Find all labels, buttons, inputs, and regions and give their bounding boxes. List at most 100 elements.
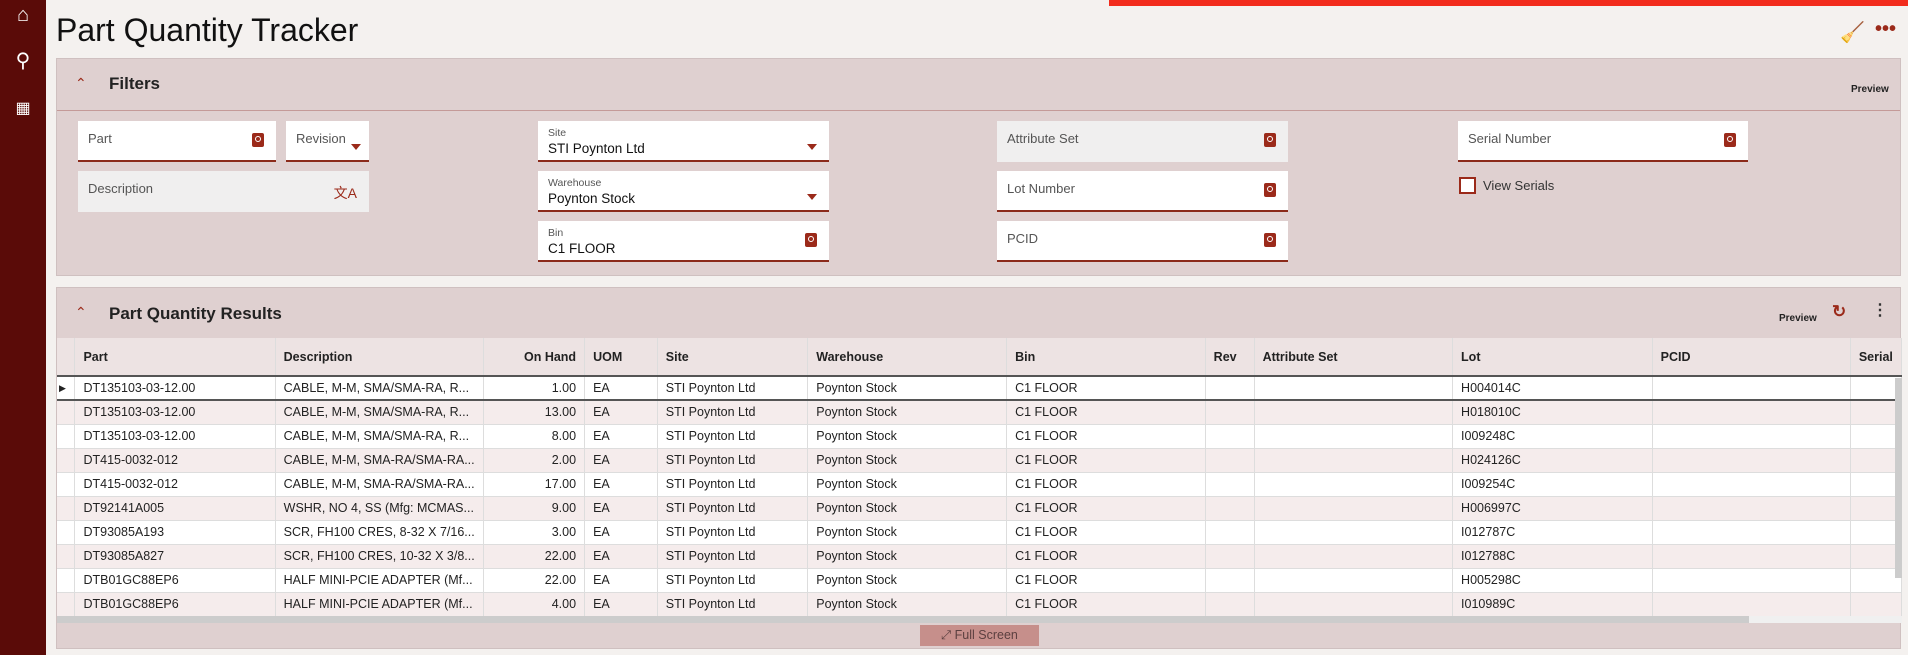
cell-rev[interactable] [1205, 472, 1255, 497]
cell-attribute-set[interactable] [1254, 400, 1454, 425]
cell-on-hand[interactable]: 22.00 [483, 544, 586, 569]
row-selector[interactable] [57, 472, 76, 497]
cell-uom[interactable]: EA [584, 520, 658, 545]
lookup-icon[interactable] [1264, 183, 1276, 200]
cell-on-hand[interactable]: 2.00 [483, 448, 586, 473]
row-selector[interactable] [57, 520, 76, 545]
horizontal-scrollbar[interactable] [57, 616, 1749, 623]
dropdown-caret-icon[interactable] [807, 139, 817, 153]
view-serials-checkbox[interactable] [1459, 177, 1476, 194]
cell-attribute-set[interactable] [1254, 544, 1454, 569]
cell-pcid[interactable] [1652, 568, 1851, 593]
cell-uom[interactable]: EA [584, 400, 658, 425]
cell-lot[interactable]: I009248C [1452, 424, 1653, 449]
preview-toggle[interactable]: Preview [1779, 313, 1817, 324]
lot-number-field[interactable]: Lot Number [997, 171, 1288, 212]
table-row[interactable]: DT135103-03-12.00 CABLE, M-M, SMA/SMA-RA,… [57, 424, 1902, 449]
cell-pcid[interactable] [1652, 592, 1851, 617]
row-selector[interactable]: ▶ [57, 375, 76, 401]
cell-serial[interactable] [1850, 472, 1902, 497]
cell-pcid[interactable] [1652, 496, 1851, 521]
cell-on-hand[interactable]: 4.00 [483, 592, 586, 617]
cell-attribute-set[interactable] [1254, 448, 1454, 473]
column-header-lot[interactable]: Lot [1452, 338, 1653, 376]
cell-warehouse[interactable]: Poynton Stock [807, 568, 1008, 593]
row-selector[interactable] [57, 400, 76, 425]
translate-icon[interactable]: 文A [334, 183, 357, 203]
table-row[interactable]: DTB01GC88EP6 HALF MINI-PCIE ADAPTER (Mf..… [57, 592, 1902, 617]
cell-site[interactable]: STI Poynton Ltd [657, 520, 809, 545]
cell-part[interactable]: DT135103-03-12.00 [74, 424, 276, 449]
cell-attribute-set[interactable] [1254, 496, 1454, 521]
cell-bin[interactable]: C1 FLOOR [1006, 448, 1206, 473]
cell-rev[interactable] [1205, 400, 1255, 425]
cell-description[interactable]: HALF MINI-PCIE ADAPTER (Mf... [275, 592, 484, 617]
cell-on-hand[interactable]: 22.00 [483, 568, 586, 593]
table-row[interactable]: DT415-0032-012 CABLE, M-M, SMA-RA/SMA-RA.… [57, 448, 1902, 473]
revision-select[interactable]: Revision [286, 121, 369, 162]
cell-rev[interactable] [1205, 544, 1255, 569]
row-selector[interactable] [57, 544, 76, 569]
cell-warehouse[interactable]: Poynton Stock [807, 544, 1008, 569]
row-selector[interactable] [57, 496, 76, 521]
cell-rev[interactable] [1205, 496, 1255, 521]
cell-bin[interactable]: C1 FLOOR [1006, 592, 1206, 617]
cell-part[interactable]: DT93085A193 [74, 520, 276, 545]
cell-lot[interactable]: I012787C [1452, 520, 1653, 545]
table-row[interactable]: DT135103-03-12.00 CABLE, M-M, SMA/SMA-RA,… [57, 400, 1902, 425]
cell-serial[interactable] [1850, 424, 1902, 449]
vertical-scrollbar[interactable] [1895, 378, 1902, 578]
cell-lot[interactable]: I010989C [1452, 592, 1653, 617]
cell-rev[interactable] [1205, 448, 1255, 473]
serial-number-field[interactable]: Serial Number [1458, 121, 1748, 162]
cell-attribute-set[interactable] [1254, 520, 1454, 545]
cell-lot[interactable]: H004014C [1452, 375, 1653, 401]
cell-attribute-set[interactable] [1254, 568, 1454, 593]
lookup-icon[interactable] [1724, 133, 1736, 150]
cell-warehouse[interactable]: Poynton Stock [807, 472, 1008, 497]
preview-toggle[interactable]: Preview [1851, 84, 1889, 95]
cell-uom[interactable]: EA [584, 472, 658, 497]
cell-bin[interactable]: C1 FLOOR [1006, 496, 1206, 521]
column-header-uom[interactable]: UOM [584, 338, 658, 376]
cell-on-hand[interactable]: 17.00 [483, 472, 586, 497]
cell-uom[interactable]: EA [584, 375, 658, 401]
cell-site[interactable]: STI Poynton Ltd [657, 592, 809, 617]
cell-description[interactable]: SCR, FH100 CRES, 8-32 X 7/16... [275, 520, 484, 545]
row-selector[interactable] [57, 424, 76, 449]
cell-rev[interactable] [1205, 520, 1255, 545]
table-row[interactable]: ▶ DT135103-03-12.00 CABLE, M-M, SMA/SMA-RA… [57, 375, 1902, 401]
cell-pcid[interactable] [1652, 520, 1851, 545]
cell-on-hand[interactable]: 8.00 [483, 424, 586, 449]
cell-bin[interactable]: C1 FLOOR [1006, 400, 1206, 425]
full-screen-button[interactable]: ⤢ Full Screen [920, 625, 1039, 646]
cell-part[interactable]: DT415-0032-012 [74, 472, 276, 497]
cell-site[interactable]: STI Poynton Ltd [657, 472, 809, 497]
kebab-menu-icon[interactable]: ⋮ [1872, 300, 1888, 320]
dropdown-caret-icon[interactable] [807, 189, 817, 203]
dropdown-caret-icon[interactable] [351, 139, 361, 153]
chevron-up-icon[interactable]: ⌃ [75, 75, 87, 92]
cell-uom[interactable]: EA [584, 496, 658, 521]
cell-lot[interactable]: H018010C [1452, 400, 1653, 425]
cell-on-hand[interactable]: 13.00 [483, 400, 586, 425]
cell-serial[interactable] [1850, 448, 1902, 473]
cell-bin[interactable]: C1 FLOOR [1006, 472, 1206, 497]
cell-uom[interactable]: EA [584, 544, 658, 569]
cell-lot[interactable]: I012788C [1452, 544, 1653, 569]
cell-site[interactable]: STI Poynton Ltd [657, 544, 809, 569]
cell-serial[interactable] [1850, 400, 1902, 425]
column-header-description[interactable]: Description [275, 338, 484, 376]
cell-serial[interactable] [1850, 375, 1902, 401]
column-header-attribute-set[interactable]: Attribute Set [1254, 338, 1454, 376]
filters-header[interactable]: ⌃ Filters Preview [57, 59, 1900, 111]
column-header-on-hand[interactable]: On Hand [483, 338, 586, 376]
cell-rev[interactable] [1205, 592, 1255, 617]
cell-description[interactable]: SCR, FH100 CRES, 10-32 X 3/8... [275, 544, 484, 569]
cell-site[interactable]: STI Poynton Ltd [657, 568, 809, 593]
cell-bin[interactable]: C1 FLOOR [1006, 544, 1206, 569]
cell-pcid[interactable] [1652, 424, 1851, 449]
cell-uom[interactable]: EA [584, 424, 658, 449]
row-selector[interactable] [57, 592, 76, 617]
cell-on-hand[interactable]: 9.00 [483, 496, 586, 521]
